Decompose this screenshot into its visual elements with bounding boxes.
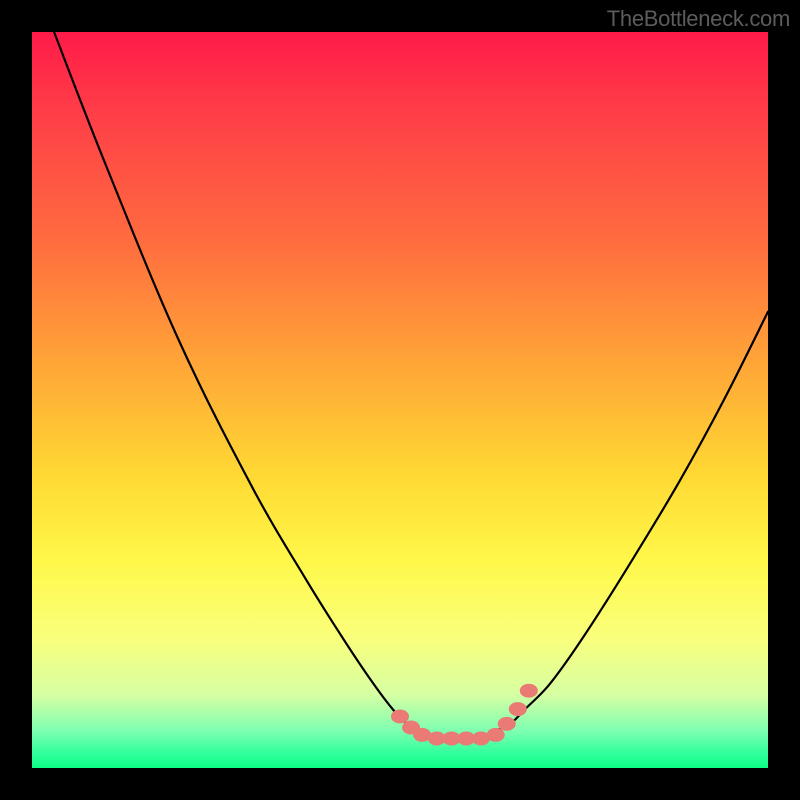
plot-area — [32, 32, 768, 768]
valley-marker-9 — [509, 702, 527, 716]
curve-left-curve — [54, 32, 437, 739]
watermark-text: TheBottleneck.com — [607, 6, 790, 32]
valley-marker-0 — [391, 709, 409, 723]
curve-svg — [32, 32, 768, 768]
valley-marker-10 — [520, 684, 538, 698]
chart-frame: TheBottleneck.com — [0, 0, 800, 800]
valley-marker-8 — [498, 717, 516, 731]
valley-marker-7 — [487, 728, 505, 742]
curve-group — [54, 32, 768, 739]
marker-group — [391, 684, 538, 746]
curve-right-curve — [488, 312, 768, 739]
